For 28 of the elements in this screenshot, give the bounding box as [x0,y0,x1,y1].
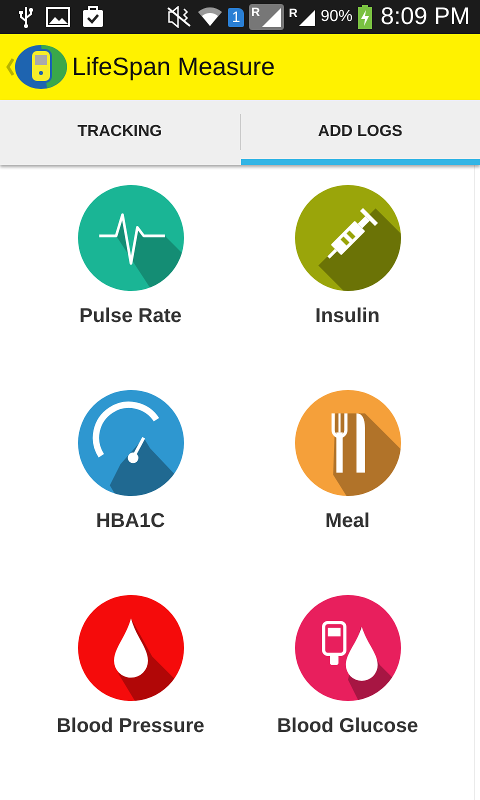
app-home-button[interactable] [6,44,68,90]
usb-icon [18,6,34,28]
log-type-button[interactable]: Blood Pressure [22,595,239,800]
fork-knife-icon [294,390,400,496]
wifi-icon [196,6,223,28]
battery-charging-icon [358,5,372,30]
log-type-button[interactable]: Meal [239,390,456,596]
glucose-meter-logo-icon [14,44,68,90]
battery-percent: 90% [320,8,353,26]
tab[interactable]: TRACKING [0,100,240,166]
log-type-button[interactable]: Pulse Rate [22,185,239,390]
tab[interactable]: ADD LOGS [240,100,480,166]
log-type-button[interactable]: HBA1C [22,390,239,596]
sim-badge: 1 [228,8,244,27]
log-type-button[interactable]: Insulin [239,185,456,390]
glucose-meter-icon [294,595,400,702]
app-title: LifeSpan Measure [72,52,275,82]
syringe-icon [294,185,400,292]
image-icon [46,7,70,28]
blood-drop-icon [78,595,184,702]
gauge-icon [78,390,184,496]
mute-icon [166,6,192,28]
clock-time: 8:09 PM [380,3,470,32]
back-chevron-icon [6,58,14,76]
clipboard-check-icon [82,6,104,28]
log-type-button[interactable]: Blood Glucose [239,595,456,800]
heartbeat-icon [78,185,184,292]
signal-icon: R [249,4,284,30]
